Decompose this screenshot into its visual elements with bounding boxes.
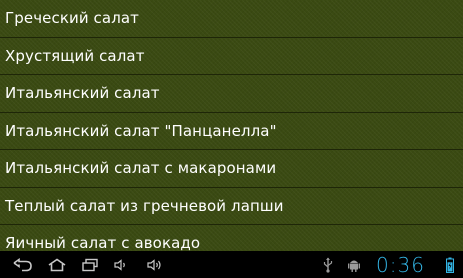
list-item[interactable]: Греческий салат xyxy=(0,0,463,38)
back-icon xyxy=(13,257,32,271)
salad-list: Греческий салат Хрустящий салат Итальянс… xyxy=(0,0,463,251)
system-navigation-bar: 0:36 xyxy=(0,251,463,278)
list-item[interactable]: Теплый салат из гречневой лапши xyxy=(0,188,463,225)
list-item-label: Греческий салат xyxy=(5,9,140,28)
home-icon xyxy=(48,258,66,271)
usb-icon xyxy=(323,257,333,273)
recent-apps-button[interactable] xyxy=(76,251,104,278)
list-item-label: Теплый салат из гречневой лапши xyxy=(5,196,284,215)
debug-notification[interactable] xyxy=(345,251,363,278)
volume-up-icon xyxy=(147,258,161,271)
volume-down-icon xyxy=(114,258,125,271)
list-item[interactable]: Итальянский салат xyxy=(0,75,463,113)
list-item[interactable]: Хрустящий салат xyxy=(0,38,463,75)
list-item-label: Хрустящий салат xyxy=(5,46,145,65)
volume-up-button[interactable] xyxy=(143,251,167,278)
list-item-label: Итальянский салат с макаронами xyxy=(5,159,277,178)
list-item[interactable]: Яичный салат с авокадо xyxy=(0,225,463,251)
list-item-label: Яичный салат с авокадо xyxy=(5,234,201,251)
app-screen: Греческий салат Хрустящий салат Итальянс… xyxy=(0,0,463,278)
back-button[interactable] xyxy=(8,251,38,278)
home-button[interactable] xyxy=(43,251,71,278)
usb-notification[interactable] xyxy=(320,251,336,278)
status-clock[interactable]: 0:36 xyxy=(376,253,425,277)
list-item-label: Итальянский салат xyxy=(5,84,160,103)
recent-apps-icon xyxy=(82,258,98,271)
battery-status[interactable] xyxy=(443,251,457,278)
list-item[interactable]: Итальянский салат с макаронами xyxy=(0,150,463,188)
list-item[interactable]: Итальянский салат "Панцанелла" xyxy=(0,113,463,150)
android-debug-icon xyxy=(348,260,360,272)
battery-icon xyxy=(446,257,454,273)
list-item-label: Итальянский салат "Панцанелла" xyxy=(5,121,277,140)
volume-down-button[interactable] xyxy=(110,251,132,278)
